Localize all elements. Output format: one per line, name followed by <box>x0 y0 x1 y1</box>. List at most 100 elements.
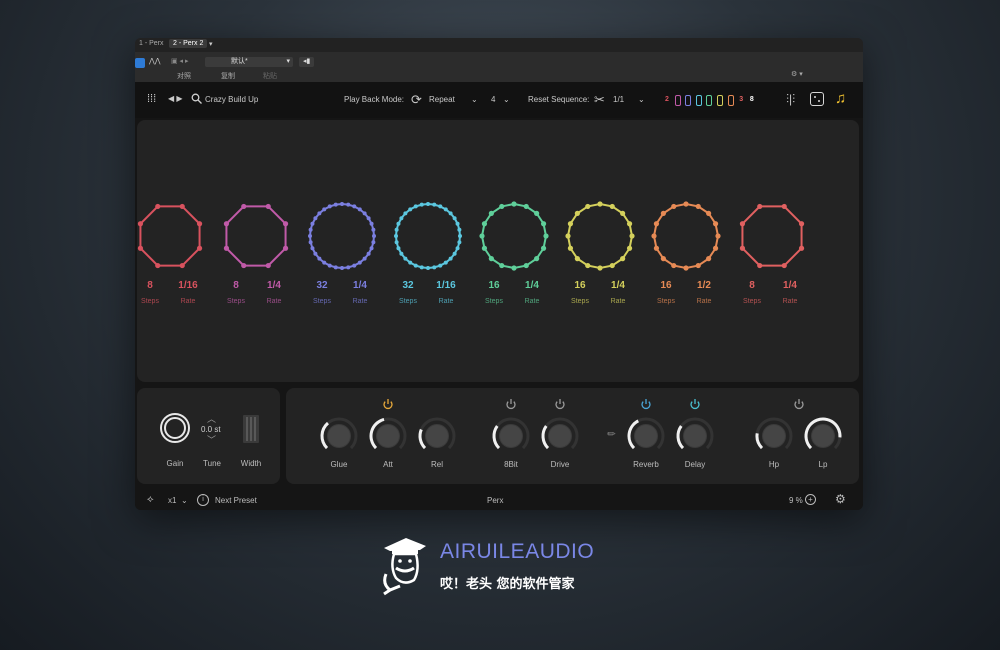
waveform-icon[interactable]: ⫶|⫶ <box>786 92 795 107</box>
rate-value[interactable]: 1/4 <box>598 280 638 291</box>
count-select[interactable]: 4 <box>491 95 495 104</box>
sequencer-step-dot[interactable] <box>394 240 399 245</box>
hp-knob[interactable] <box>754 416 794 456</box>
sequencer-ring[interactable] <box>739 203 805 269</box>
sequencer-step-dot[interactable] <box>340 202 344 206</box>
sequencer-step-dot[interactable] <box>396 246 401 251</box>
sequencer-step-dot[interactable] <box>308 234 312 238</box>
sequencer-step-dot[interactable] <box>137 245 144 251</box>
gain-knob[interactable] <box>159 412 191 444</box>
sequencer-step-dot[interactable] <box>399 251 404 256</box>
sequencer-step-dot[interactable] <box>597 265 603 271</box>
sequencer-step-dot[interactable] <box>683 265 689 271</box>
sequencer-step-dot[interactable] <box>333 202 338 207</box>
sequencer-step-dot[interactable] <box>565 233 571 239</box>
sequencer-ring[interactable] <box>223 203 289 269</box>
sequencer-step-dot[interactable] <box>419 202 424 207</box>
sequencer-step-dot[interactable] <box>798 245 805 251</box>
compare-button[interactable]: 对照 <box>177 71 191 81</box>
sequencer-step-dot[interactable] <box>683 201 689 207</box>
chevron-down-icon[interactable]: ﹀ <box>207 433 216 446</box>
sequencer-step-dot[interactable] <box>317 211 322 216</box>
sequencer-step-dot[interactable] <box>265 262 271 269</box>
sequencer-step-dot[interactable] <box>481 245 488 251</box>
sequencer-step-dot[interactable] <box>155 203 161 210</box>
sequencer-step-dot[interactable] <box>322 207 327 212</box>
sequencer-step-dot[interactable] <box>629 233 635 239</box>
sequencer-step-dot[interactable] <box>223 221 230 227</box>
rate-value[interactable]: 1/4 <box>340 280 380 291</box>
host-preset-select[interactable]: 默认* ▾ <box>205 57 293 67</box>
sequencer-step-dot[interactable] <box>362 256 367 261</box>
sequencer-step-dot[interactable] <box>712 221 719 227</box>
sequencer-rings[interactable] <box>137 120 859 382</box>
sequencer-step-dot[interactable] <box>327 204 332 209</box>
sequencer-step-dot[interactable] <box>757 262 763 269</box>
paste-button[interactable]: 粘贴 <box>263 71 277 81</box>
rate-value[interactable]: 1/16 <box>426 280 466 291</box>
drive-knob[interactable] <box>540 416 580 456</box>
rate-value[interactable]: 1/4 <box>512 280 552 291</box>
sequencer-step-dot[interactable] <box>574 256 580 262</box>
sequencer-step-dot[interactable] <box>443 260 448 265</box>
sequencer-step-dot[interactable] <box>534 210 540 216</box>
sequencer-step-dot[interactable] <box>241 203 247 210</box>
reset-select[interactable]: 1/1 <box>613 95 624 104</box>
steps-value[interactable]: 16 <box>646 280 686 291</box>
sequencer-step-dot[interactable] <box>432 202 437 207</box>
sequencer-step-dot[interactable] <box>488 210 494 216</box>
steps-value[interactable]: 32 <box>388 280 428 291</box>
playback-select[interactable]: Repeat <box>429 95 455 104</box>
tab-active[interactable]: 2 - Perx 2 <box>169 39 208 48</box>
8bit-knob[interactable] <box>491 416 531 456</box>
sequencer-step-dot[interactable] <box>438 204 443 209</box>
sequencer-step-dot[interactable] <box>196 245 203 251</box>
sequencer-step-dot[interactable] <box>396 221 401 226</box>
sequencer-step-dot[interactable] <box>179 262 185 269</box>
music-note-icon[interactable]: ♫ <box>835 90 846 107</box>
sequencer-chip[interactable] <box>727 95 734 106</box>
sequencer-step-dot[interactable] <box>403 256 408 261</box>
sequencer-step-dot[interactable] <box>781 203 787 210</box>
sequencer-step-dot[interactable] <box>540 245 547 251</box>
sequencer-step-dot[interactable] <box>448 211 453 216</box>
zoom-plus-icon[interactable]: + <box>805 494 816 505</box>
sequencer-step-dot[interactable] <box>223 245 230 251</box>
sequencer-step-dot[interactable] <box>282 245 289 251</box>
sequencer-step-dot[interactable] <box>179 203 185 210</box>
sequencer-step-dot[interactable] <box>352 204 357 209</box>
tab-dropdown-icon[interactable]: ▾ <box>209 40 213 48</box>
rate-value[interactable]: 1/16 <box>168 280 208 291</box>
sequencer-step-dot[interactable] <box>346 265 351 270</box>
sequencer-step-dot[interactable] <box>372 234 376 238</box>
steps-value[interactable]: 32 <box>302 280 342 291</box>
sequencer-ring[interactable] <box>308 202 376 270</box>
sequencer-step-dot[interactable] <box>585 203 591 210</box>
sequencer-ring[interactable] <box>565 201 635 271</box>
sequencer-step-dot[interactable] <box>399 216 404 221</box>
sequencer-step-dot[interactable] <box>626 221 633 227</box>
sequencer-step-dot[interactable] <box>313 216 318 221</box>
sequencer-chip[interactable]: 3 <box>738 95 744 106</box>
copy-button[interactable]: 复制 <box>221 71 235 81</box>
sequencer-step-dot[interactable] <box>438 263 443 268</box>
sequencer-step-dot[interactable] <box>609 203 615 210</box>
sequencer-step-dot[interactable] <box>196 221 203 227</box>
preset-name[interactable]: Crazy Build Up <box>205 95 258 104</box>
sequencer-step-dot[interactable] <box>452 251 457 256</box>
sequencer-step-dot[interactable] <box>317 256 322 261</box>
sequencer-step-dot[interactable] <box>653 221 660 227</box>
sequencer-step-dot[interactable] <box>567 221 574 227</box>
sequencer-chip[interactable] <box>717 95 723 106</box>
sequencer-step-dot[interactable] <box>327 263 332 268</box>
sequencer-step-dot[interactable] <box>419 265 424 270</box>
power-icon[interactable] <box>689 398 701 410</box>
sequencer-step-dot[interactable] <box>322 260 327 265</box>
sequencer-chip[interactable]: 2 <box>664 95 670 106</box>
steps-value[interactable]: 8 <box>216 280 256 291</box>
sequencer-step-dot[interactable] <box>781 262 787 269</box>
sequencer-step-dot[interactable] <box>333 265 338 270</box>
sequencer-step-dot[interactable] <box>448 256 453 261</box>
att-knob[interactable] <box>368 416 408 456</box>
sequencer-step-dot[interactable] <box>346 202 351 207</box>
